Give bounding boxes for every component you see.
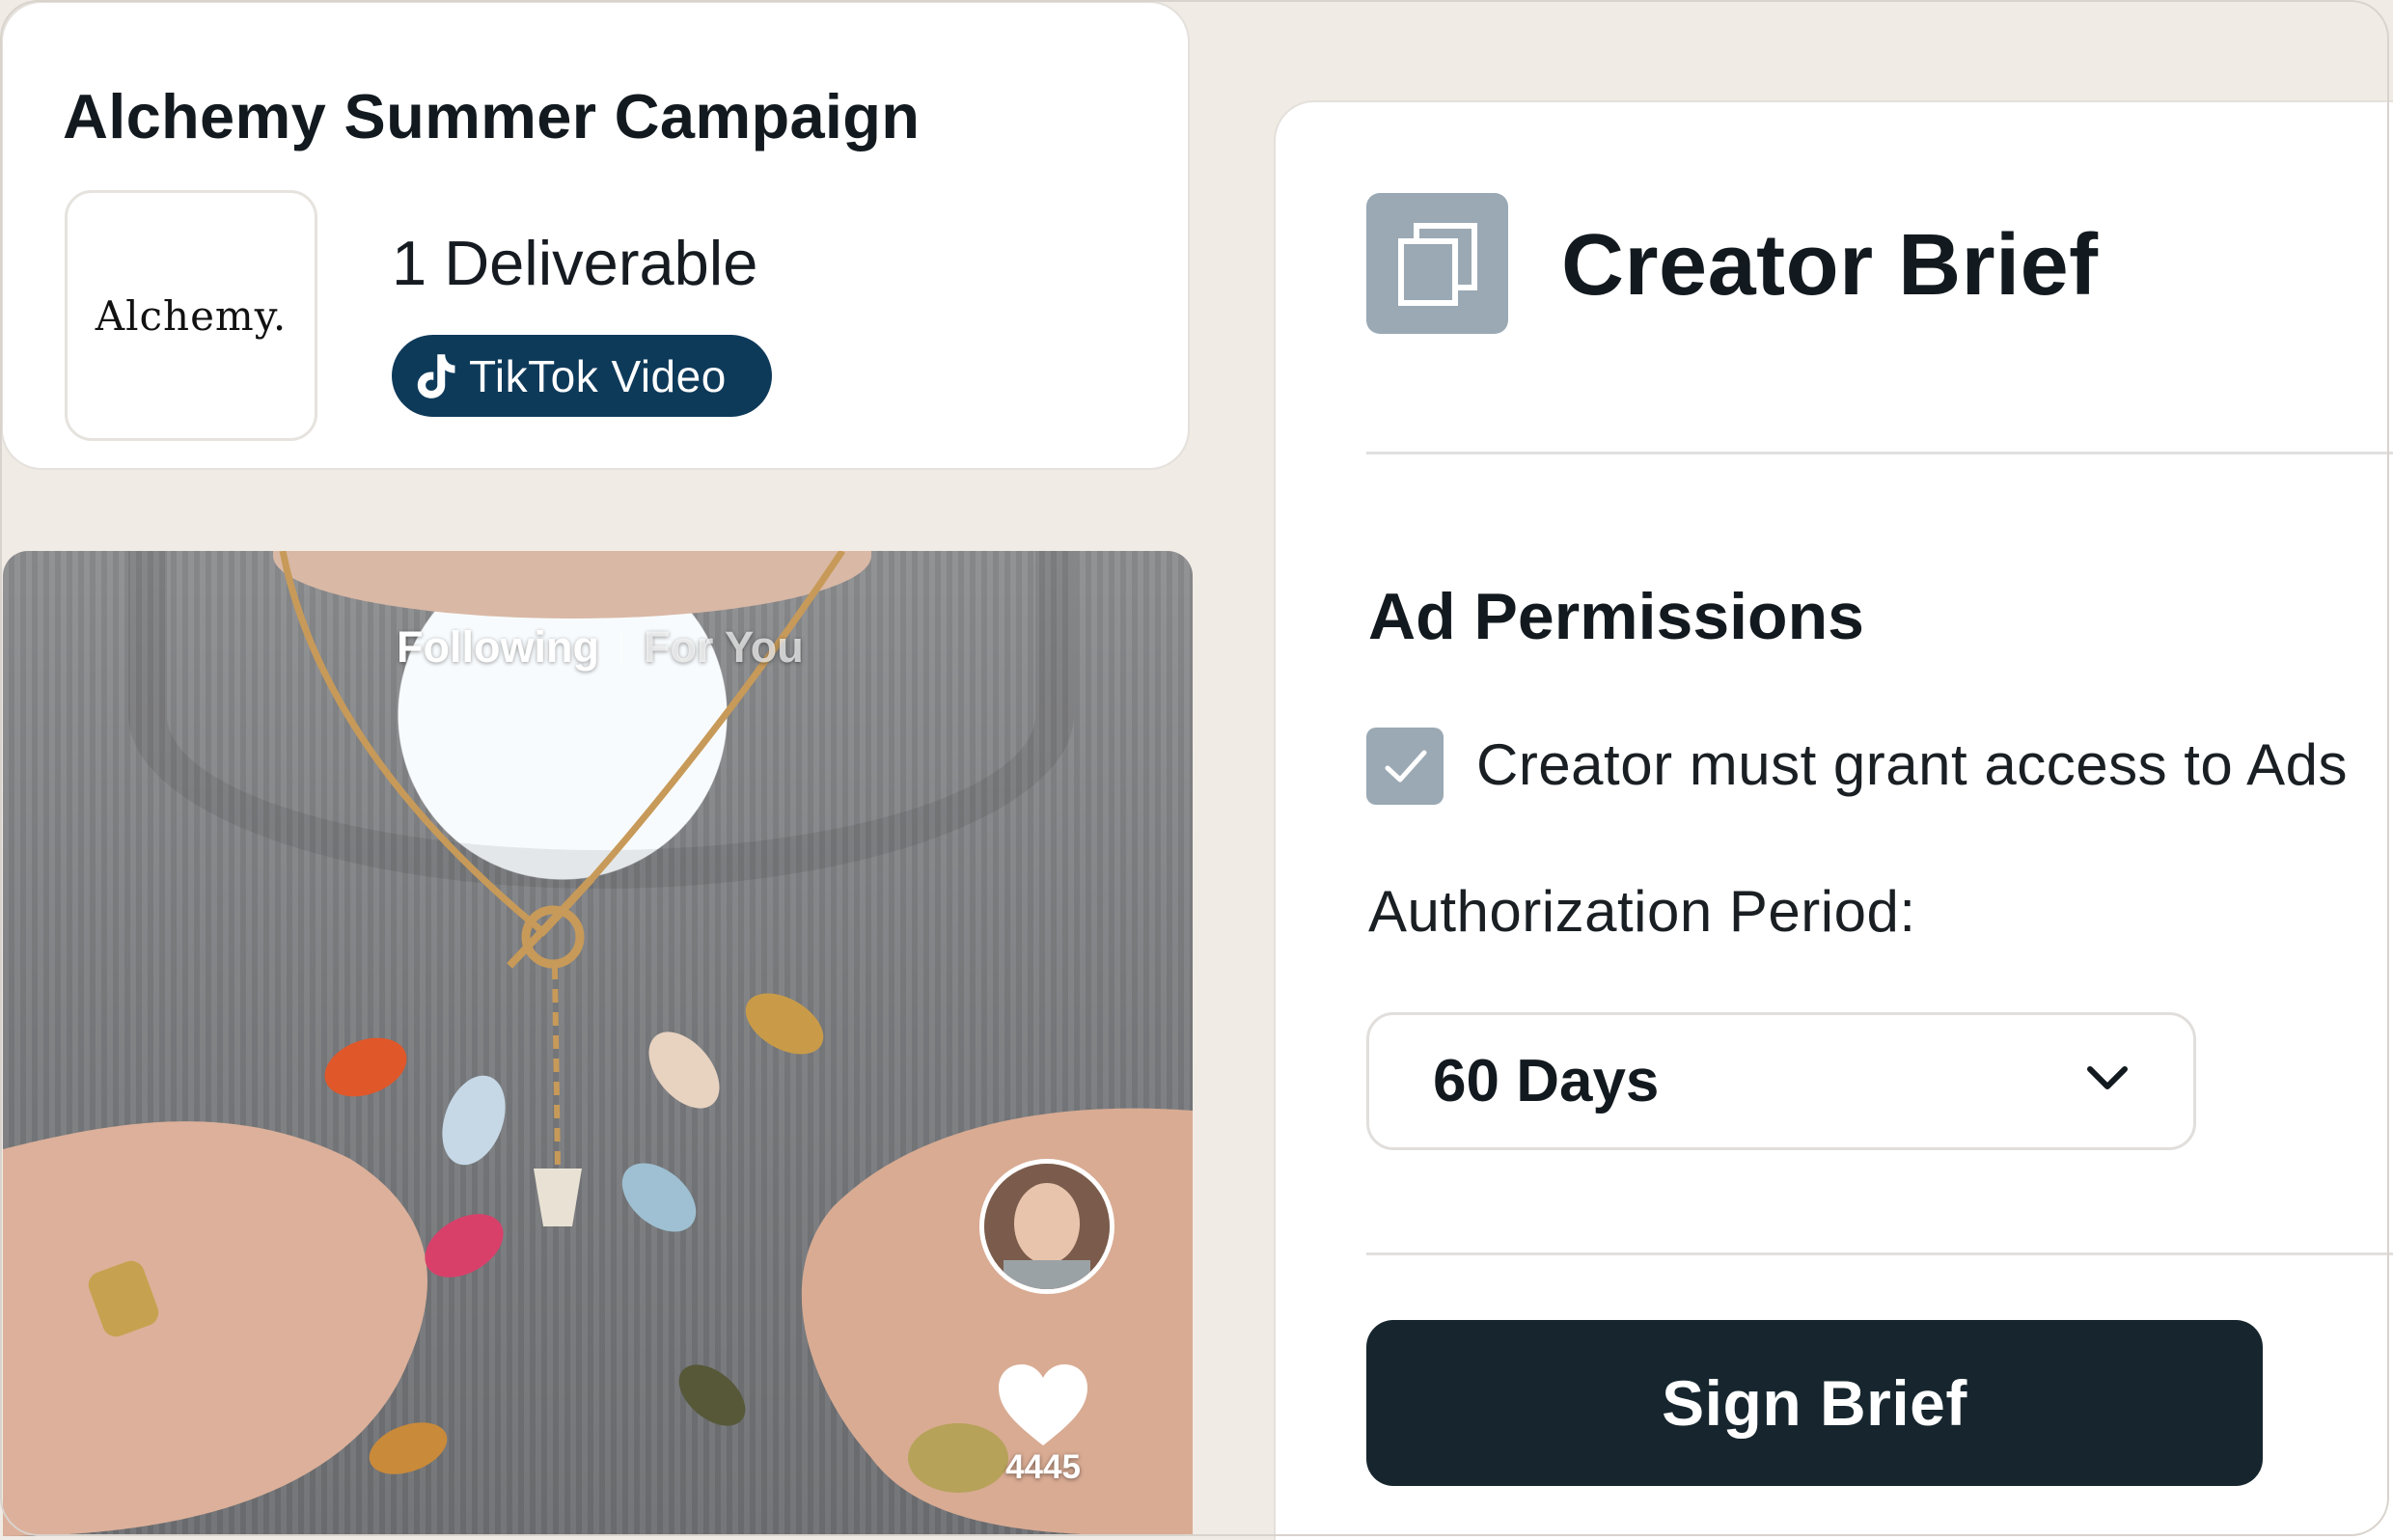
deliverable-type-label: TikTok Video xyxy=(469,350,727,401)
ads-access-checkbox[interactable] xyxy=(1366,728,1444,805)
deliverable-type-badge: TikTok Video xyxy=(392,335,772,417)
brand-logo: Alchemy. xyxy=(65,190,317,441)
divider xyxy=(1366,452,2393,454)
checkmark-icon xyxy=(1385,750,1427,783)
avatar-face-graphic xyxy=(984,1164,1110,1289)
brief-icon-tile xyxy=(1366,193,1508,334)
heart-icon xyxy=(999,1364,1087,1445)
divider xyxy=(1366,1252,2393,1255)
brand-logo-text: Alchemy. xyxy=(95,291,288,340)
copy-icon xyxy=(1398,223,1477,306)
tab-for-you[interactable]: For You xyxy=(644,622,804,673)
sign-brief-button[interactable]: Sign Brief xyxy=(1366,1320,2263,1486)
ad-permissions-heading: Ad Permissions xyxy=(1368,580,1864,653)
video-feed-tabs: Following For You xyxy=(397,622,804,673)
authorization-period-value: 60 Days xyxy=(1433,1048,1660,1114)
campaign-card: Alchemy Summer Campaign Alchemy. 1 Deliv… xyxy=(3,3,1188,468)
authorization-period-label: Authorization Period: xyxy=(1368,879,1916,944)
deliverable-count: 1 Deliverable xyxy=(392,228,758,298)
tiktok-icon xyxy=(417,353,455,399)
creator-avatar[interactable] xyxy=(979,1159,1114,1294)
tab-divider xyxy=(619,630,622,665)
like-button[interactable]: 4445 xyxy=(995,1361,1091,1487)
campaign-title: Alchemy Summer Campaign xyxy=(63,81,921,151)
chevron-down-icon xyxy=(2087,1066,2128,1089)
tiktok-video-preview[interactable]: Following For You 4445 xyxy=(3,551,1193,1536)
ads-access-label: Creator must grant access to Ads xyxy=(1476,732,2349,797)
creator-brief-panel: Creator Brief Ad Permissions Creator mus… xyxy=(1276,102,2393,1540)
like-count: 4445 xyxy=(1005,1448,1081,1486)
brief-title: Creator Brief xyxy=(1561,217,2099,314)
tab-following[interactable]: Following xyxy=(397,622,599,673)
authorization-period-select[interactable]: 60 Days xyxy=(1366,1012,2196,1150)
